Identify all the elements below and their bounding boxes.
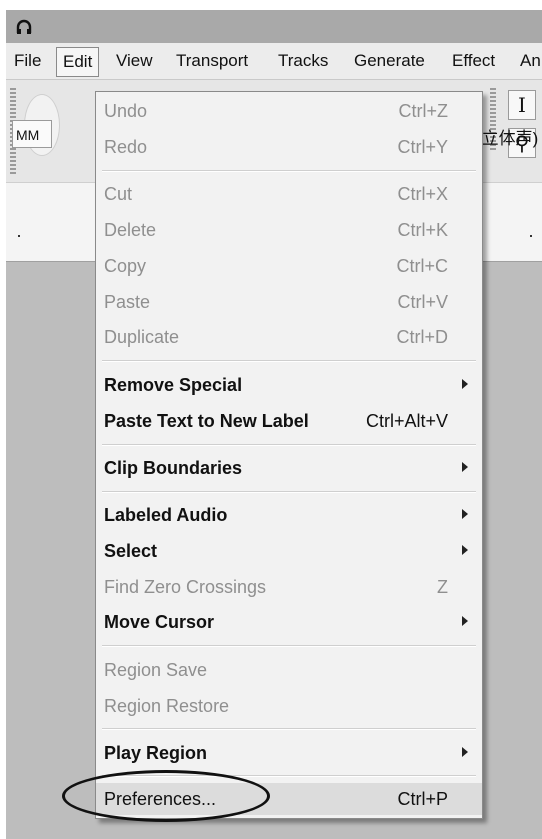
submenu-arrow-icon [462, 616, 468, 626]
channels-select[interactable]: (立体声) [476, 124, 538, 149]
menu-view[interactable]: View [116, 51, 153, 71]
menu-item-region-save[interactable]: Region Save [96, 655, 482, 685]
menu-separator [102, 728, 476, 730]
menu-item-find-zero-crossings[interactable]: Find Zero Crossings Z [96, 572, 482, 602]
menu-separator [102, 170, 476, 172]
menu-item-cut[interactable]: Cut Ctrl+X [96, 179, 482, 209]
submenu-arrow-icon [462, 379, 468, 389]
menu-item-region-restore[interactable]: Region Restore [96, 691, 482, 721]
menu-item-delete[interactable]: Delete Ctrl+K [96, 215, 482, 245]
menu-separator [102, 444, 476, 446]
menu-item-undo[interactable]: Undo Ctrl+Z [96, 96, 482, 126]
device-select[interactable]: MM [12, 120, 52, 148]
audacity-logo-icon [16, 19, 32, 34]
menu-item-remove-special[interactable]: Remove Special [96, 370, 482, 400]
menu-item-copy[interactable]: Copy Ctrl+C [96, 251, 482, 281]
submenu-arrow-icon [462, 747, 468, 757]
menu-item-duplicate[interactable]: Duplicate Ctrl+D [96, 322, 482, 352]
menu-bar: File Edit View Transport Tracks Generate… [6, 43, 542, 80]
menu-item-redo[interactable]: Redo Ctrl+Y [96, 132, 482, 162]
menu-item-paste[interactable]: Paste Ctrl+V [96, 287, 482, 317]
highlight-ellipse [62, 770, 270, 822]
edit-menu-dropdown: Undo Ctrl+Z Redo Ctrl+Y Cut Ctrl+X Delet… [95, 91, 483, 819]
submenu-arrow-icon [462, 545, 468, 555]
ruler-tick [18, 235, 20, 237]
menu-transport[interactable]: Transport [176, 51, 248, 71]
menu-analyze[interactable]: An [520, 51, 541, 71]
ruler-tick [530, 235, 532, 237]
menu-item-clip-boundaries[interactable]: Clip Boundaries [96, 453, 482, 483]
menu-item-labeled-audio[interactable]: Labeled Audio [96, 500, 482, 530]
menu-edit[interactable]: Edit [56, 47, 100, 77]
menu-separator [102, 491, 476, 493]
menu-item-play-region[interactable]: Play Region [96, 738, 482, 768]
menu-effect[interactable]: Effect [452, 51, 495, 71]
menu-item-move-cursor[interactable]: Move Cursor [96, 607, 482, 637]
i-beam-icon: I [518, 93, 526, 117]
audacity-window: File Edit View Transport Tracks Generate… [6, 10, 542, 839]
submenu-arrow-icon [462, 462, 468, 472]
menu-item-paste-text-to-new-label[interactable]: Paste Text to New Label Ctrl+Alt+V [96, 406, 482, 436]
submenu-arrow-icon [462, 509, 468, 519]
menu-separator [102, 645, 476, 647]
menu-item-select[interactable]: Select [96, 536, 482, 566]
menu-separator [102, 360, 476, 362]
menu-file[interactable]: File [14, 51, 41, 71]
title-bar [6, 10, 542, 43]
selection-tool-button[interactable]: I [508, 90, 536, 120]
menu-tracks[interactable]: Tracks [278, 51, 328, 71]
menu-generate[interactable]: Generate [354, 51, 425, 71]
